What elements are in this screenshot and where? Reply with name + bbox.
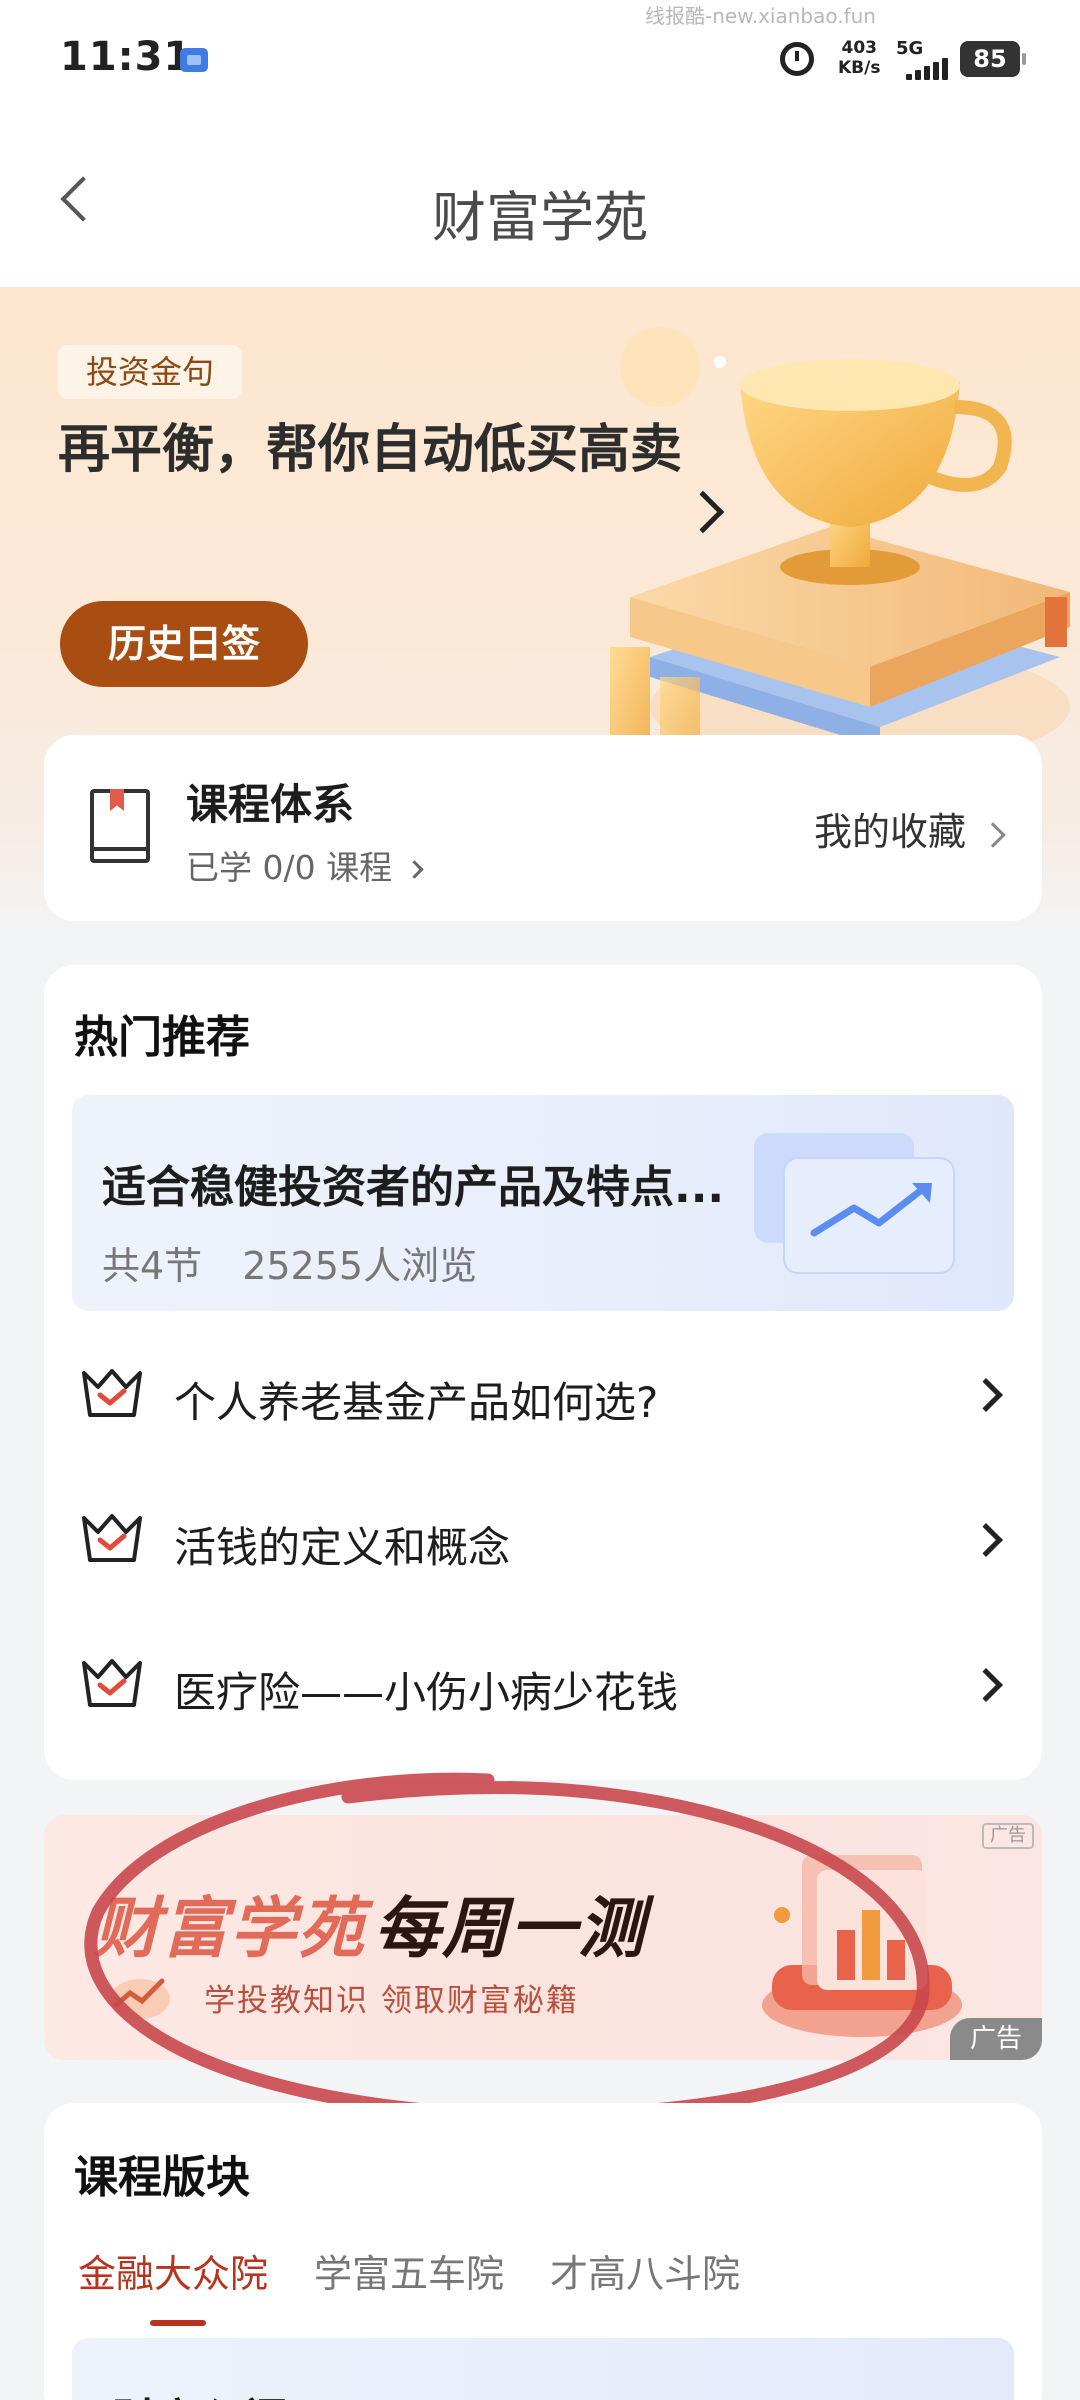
crown-icon	[82, 1659, 142, 1707]
ad-label-top: 广告	[982, 1823, 1034, 1849]
trophy-books-illustration	[610, 327, 1070, 767]
featured-course-views: 25255人浏览	[242, 1244, 478, 1288]
featured-course-meta: 共4节 25255人浏览	[102, 1235, 477, 1290]
module-course-title: 财商入门	[112, 2384, 288, 2400]
network-speed-value: 403	[841, 38, 877, 58]
featured-course-card[interactable]: 适合稳健投资者的产品及特点... 共4节 25255人浏览	[72, 1095, 1014, 1311]
course-system-title: 课程体系	[186, 780, 355, 829]
ad-title-brand: 财富学苑	[94, 1890, 366, 1967]
my-favorites-link[interactable]: 我的收藏	[813, 801, 1006, 856]
hero-tag: 投资金句	[58, 345, 243, 399]
chevron-right-icon	[980, 821, 1006, 848]
weekly-quiz-ad-banner[interactable]: 财富学苑 每周一测 学投教知识 领取财富秘籍 广告 广告	[44, 1815, 1042, 2060]
alarm-icon	[780, 42, 814, 76]
tab-learned[interactable]: 学富五车院	[314, 2243, 504, 2298]
ad-title-quiz: 每周一测	[374, 1890, 646, 1967]
tab-finance-public[interactable]: 金融大众院	[78, 2243, 268, 2326]
list-item[interactable]: 活钱的定义和概念	[44, 1480, 1042, 1600]
featured-course-title: 适合稳健投资者的产品及特点...	[102, 1162, 725, 1213]
ad-subtitle: 学投教知识 领取财富秘籍	[204, 1983, 579, 2019]
network-speed-unit: KB/s	[838, 58, 881, 78]
hot-recommend-card: 热门推荐 适合稳健投资者的产品及特点... 共4节 25255人浏览 个人养老基金…	[44, 965, 1042, 1780]
module-course-card[interactable]: 财商入门	[72, 2338, 1014, 2400]
chat-chart-illustration	[754, 1133, 955, 1274]
hot-recommend-title: 热门推荐	[74, 1012, 250, 1063]
featured-course-sections: 共4节	[102, 1244, 203, 1288]
ad-label-bottom: 广告	[950, 2018, 1042, 2060]
nav-bar: 财富学苑	[0, 115, 1080, 287]
chevron-right-icon	[969, 1523, 1003, 1557]
ad-title: 财富学苑 每周一测	[94, 1875, 646, 1971]
course-modules-card: 课程版块 金融大众院 学富五车院 才高八斗院 财商入门	[44, 2103, 1042, 2400]
coin-hand-icon	[110, 1978, 170, 2019]
network-type: 5G	[896, 38, 924, 59]
battery-icon: 85	[960, 41, 1026, 77]
course-modules-title: 课程版块	[74, 2152, 250, 2203]
list-item-label: 医疗险——小伤小病少花钱	[174, 1668, 679, 1717]
list-item[interactable]: 医疗险——小伤小病少花钱	[44, 1625, 1042, 1745]
course-progress[interactable]: 已学 0/0 课程	[186, 841, 424, 889]
my-favorites-label: 我的收藏	[813, 810, 966, 854]
chevron-right-icon	[969, 1668, 1003, 1702]
network-speed: 403 KB/s	[838, 38, 880, 78]
list-item[interactable]: 个人养老基金产品如何选?	[44, 1335, 1042, 1455]
message-notification-icon	[180, 48, 208, 72]
watermark-text: 线报酷-new.xianbao.fun	[645, 4, 876, 28]
course-progress-text: 已学 0/0 课程	[186, 848, 393, 887]
status-bar: 11:31 线报酷-new.xianbao.fun 403 KB/s 5G 85	[0, 0, 1080, 115]
tab-talented[interactable]: 才高八斗院	[550, 2243, 740, 2298]
signal-strength-icon	[898, 58, 948, 80]
module-tabs: 金融大众院 学富五车院 才高八斗院	[78, 2243, 740, 2326]
page-title: 财富学苑	[432, 186, 648, 249]
history-daily-button[interactable]: 历史日签	[60, 601, 308, 687]
list-item-label: 活钱的定义和概念	[174, 1523, 511, 1572]
status-time: 11:31	[60, 34, 193, 80]
chevron-right-icon	[969, 1378, 1003, 1412]
crown-icon	[82, 1514, 142, 1562]
quiz-chart-illustration	[762, 1855, 962, 2037]
crown-icon	[82, 1369, 142, 1417]
chevron-right-icon	[405, 860, 424, 879]
book-icon	[90, 789, 150, 863]
course-system-card[interactable]: 课程体系 已学 0/0 课程 我的收藏	[44, 735, 1042, 921]
list-item-label: 个人养老基金产品如何选?	[174, 1378, 659, 1427]
